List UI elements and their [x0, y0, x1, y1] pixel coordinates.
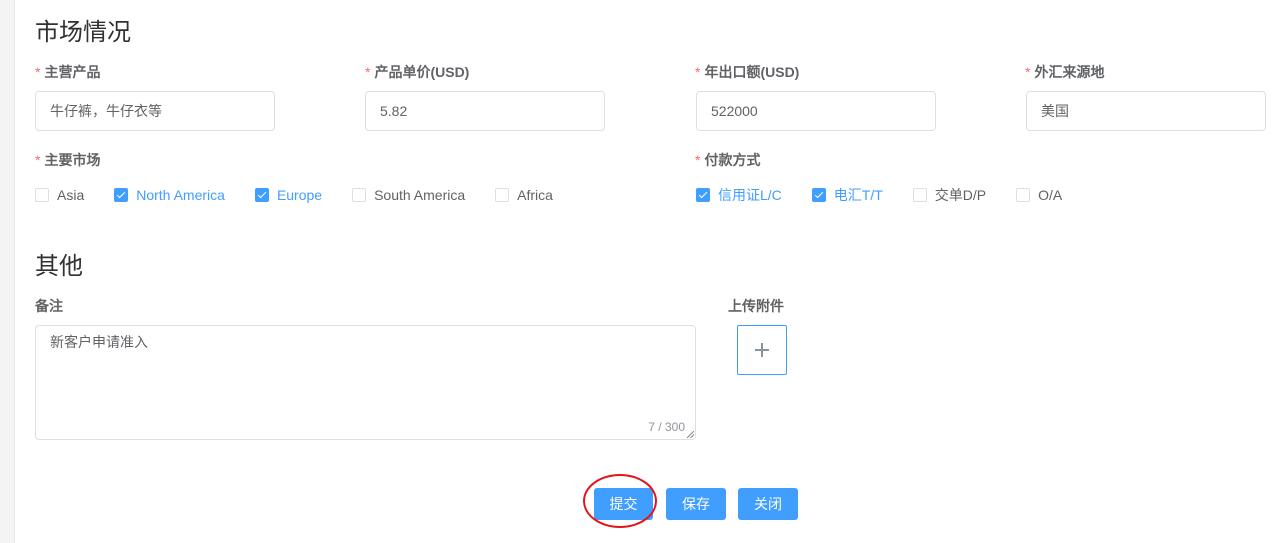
submit-button[interactable]: 提交 [594, 488, 653, 520]
fx-source-input[interactable] [1026, 91, 1266, 131]
check-icon[interactable] [114, 188, 129, 202]
checkbox-square-icon[interactable] [35, 188, 49, 202]
check-icon[interactable] [254, 188, 269, 202]
checkbox-square-icon[interactable] [495, 188, 510, 202]
checkbox-square-icon[interactable] [912, 188, 927, 202]
payment-checkbox-dp[interactable]: 交单D/P [912, 185, 986, 205]
unit-price-label: * 产品单价(USD) [365, 64, 470, 80]
main-product-input[interactable] [35, 91, 275, 131]
payment-methods-group: 信用证L/C 电汇T/T 交单D/P O/A [696, 185, 1092, 205]
annual-export-input[interactable] [696, 91, 936, 131]
payment-checkbox-lc[interactable]: 信用证L/C [696, 185, 782, 205]
payment-checkbox-oa[interactable]: O/A [1016, 187, 1062, 203]
remarks-label: 备注 [35, 298, 63, 314]
market-checkbox-africa[interactable]: Africa [495, 187, 553, 203]
close-button[interactable]: 关闭 [738, 488, 798, 520]
section-title-other: 其他 [35, 253, 83, 280]
left-panel-edge [0, 0, 15, 543]
main-product-label: * 主营产品 [35, 64, 101, 80]
check-icon[interactable] [811, 188, 826, 202]
main-markets-label: * 主要市场 [35, 152, 101, 168]
market-checkbox-europe[interactable]: Europe [254, 187, 322, 203]
market-checkbox-south-america[interactable]: South America [352, 187, 465, 203]
market-checkbox-north-america[interactable]: North America [114, 187, 225, 203]
checkbox-square-icon[interactable] [1016, 188, 1031, 202]
check-icon[interactable] [696, 188, 710, 202]
main-markets-group: Asia North America Europe South America … [35, 185, 583, 205]
save-button[interactable]: 保存 [666, 488, 726, 520]
remarks-textarea[interactable]: 新客户申请准入 [36, 326, 695, 439]
upload-attachment-button[interactable] [737, 325, 787, 375]
checkbox-square-icon[interactable] [352, 188, 367, 202]
unit-price-input[interactable] [365, 91, 605, 131]
annual-export-label: * 年出口额(USD) [695, 64, 800, 80]
section-title-market: 市场情况 [35, 19, 131, 46]
market-checkbox-asia[interactable]: Asia [35, 187, 84, 203]
plus-icon [755, 343, 769, 357]
fx-source-label: * 外汇来源地 [1025, 64, 1105, 80]
payment-checkbox-tt[interactable]: 电汇T/T [811, 185, 883, 205]
remarks-field: 新客户申请准入 7 / 300 [35, 325, 696, 440]
remarks-char-counter: 7 / 300 [648, 420, 685, 434]
attachment-label: 上传附件 [728, 298, 784, 314]
payment-methods-label: * 付款方式 [695, 152, 761, 168]
resize-grip-icon[interactable] [687, 431, 694, 438]
